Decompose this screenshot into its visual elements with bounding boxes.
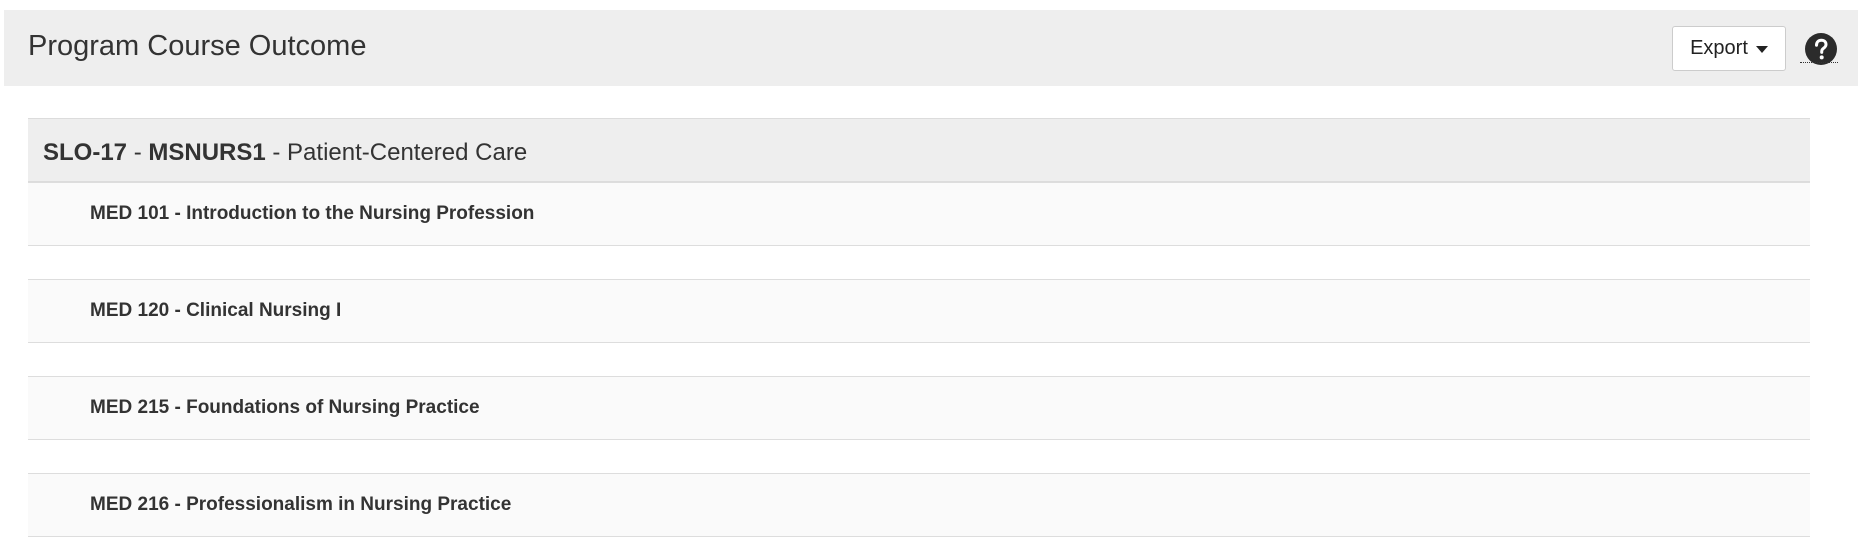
course-row[interactable]: MED 215 - Foundations of Nursing Practic… <box>28 376 1810 440</box>
outcome-program: MSNURS1 <box>148 139 266 166</box>
outcome-code: SLO-17 <box>43 139 128 166</box>
course-row[interactable]: MED 120 - Clinical Nursing I <box>28 279 1810 343</box>
page: Program Course Outcome Export SLO-17 - M… <box>0 0 1858 542</box>
page-header: Program Course Outcome Export <box>4 10 1858 86</box>
export-label: Export <box>1690 37 1748 59</box>
page-title: Program Course Outcome <box>28 30 367 62</box>
export-dropdown-button[interactable]: Export <box>1672 26 1786 71</box>
help-underline <box>1800 62 1838 63</box>
course-row[interactable]: MED 216 - Professionalism in Nursing Pra… <box>28 473 1810 537</box>
question-circle-icon[interactable] <box>1804 32 1838 66</box>
course-label: MED 216 - Professionalism in Nursing Pra… <box>90 494 512 515</box>
outcome-header: SLO-17 - MSNURS1 - Patient-Centered Care <box>28 118 1810 182</box>
outcome-title: SLO-17 - MSNURS1 - Patient-Centered Care <box>43 139 528 166</box>
course-label: MED 120 - Clinical Nursing I <box>90 300 342 321</box>
course-row[interactable]: MED 101 - Introduction to the Nursing Pr… <box>28 182 1810 246</box>
caret-down-icon <box>1755 45 1768 53</box>
course-label: MED 215 - Foundations of Nursing Practic… <box>90 397 480 418</box>
course-label: MED 101 - Introduction to the Nursing Pr… <box>90 203 535 224</box>
outcome-name: Patient-Centered Care <box>287 139 528 166</box>
